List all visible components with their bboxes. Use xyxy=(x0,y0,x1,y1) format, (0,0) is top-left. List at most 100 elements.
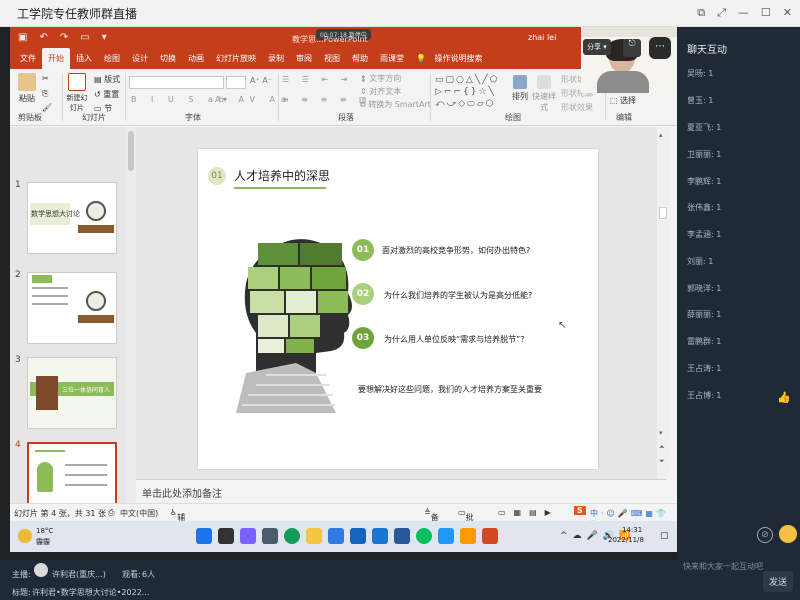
smartart-button[interactable]: ⧉ 转换为 SmartArt xyxy=(360,99,431,110)
ime-icon[interactable]: S xyxy=(574,506,586,515)
host-avatar[interactable] xyxy=(34,563,48,577)
app-icon[interactable] xyxy=(262,528,278,544)
tab-view[interactable]: 视图 xyxy=(318,53,346,69)
maximize-icon[interactable]: ☐ xyxy=(761,6,771,20)
tab-insert[interactable]: 插入 xyxy=(70,53,98,69)
tab-review[interactable]: 审阅 xyxy=(290,53,318,69)
format-painter-icon[interactable]: 🖌 xyxy=(42,103,52,112)
tab-animations[interactable]: 动画 xyxy=(182,53,210,69)
reset-button[interactable]: ↺ 重置 xyxy=(94,89,119,100)
notes-pane[interactable]: 单击此处添加备注 xyxy=(136,479,666,501)
chat-app-icon[interactable] xyxy=(240,528,256,544)
cut-icon[interactable]: ✂ xyxy=(42,74,49,83)
new-slide-button[interactable]: 新建幻灯片 xyxy=(65,73,89,113)
tab-slideshow[interactable]: 幻灯片放映 xyxy=(210,53,262,69)
tab-file[interactable]: 文件 xyxy=(14,53,42,69)
powerpoint-icon[interactable] xyxy=(482,528,498,544)
scroll-up-icon[interactable]: ▴ xyxy=(659,131,663,139)
minimize-icon[interactable]: — xyxy=(738,6,749,20)
share-icon[interactable]: ⎋ xyxy=(623,39,641,57)
tab-help[interactable]: 帮助 xyxy=(346,53,374,69)
scroll-down-icon[interactable]: ▾ xyxy=(659,429,663,437)
share-link-icon[interactable]: ⊘ xyxy=(757,527,773,543)
user-name[interactable]: zhai lei xyxy=(528,33,556,42)
slide-canvas: 01 人才培养中的深思 01 面对激烈的高校竞争形势，如何办出特色? 02 为什… xyxy=(136,127,666,479)
quick-styles-button[interactable]: 快速样式 xyxy=(532,75,556,113)
edge-icon[interactable] xyxy=(284,528,300,544)
shape-effects-button[interactable]: 形状效果 xyxy=(561,102,593,113)
font-size-grow-icon[interactable]: A⁺ A⁻ xyxy=(250,76,272,85)
document-name: 教学思...PowerPoint xyxy=(292,35,368,44)
wechat-icon[interactable] xyxy=(416,528,432,544)
language-status[interactable]: 中文(中国) xyxy=(120,508,158,519)
tab-record[interactable]: 录制 xyxy=(262,53,290,69)
copy-icon[interactable]: ⎘ xyxy=(42,89,48,99)
thumbnails-scrollbar[interactable] xyxy=(126,127,136,527)
clock-time[interactable]: 14:31 xyxy=(622,526,642,534)
scrollbar-thumb[interactable] xyxy=(659,207,667,219)
tab-design[interactable]: 设计 xyxy=(126,53,154,69)
scrollbar-thumb[interactable] xyxy=(128,131,134,171)
paragraph-align-buttons[interactable]: ≡ ≡ ≡ ≡ ▥ xyxy=(282,95,372,104)
close-icon[interactable]: ✕ xyxy=(783,6,792,20)
start-slideshow-icon[interactable]: ▭ xyxy=(80,32,89,43)
start-icon[interactable] xyxy=(196,528,212,544)
fullscreen-icon[interactable]: ⤢ xyxy=(717,6,726,20)
font-color-icon[interactable]: A ▾ xyxy=(215,95,227,104)
chat-message: 吴旸: 1 xyxy=(687,69,714,78)
live-app-icon[interactable] xyxy=(438,528,454,544)
font-format-buttons[interactable]: B I U S ab AV Aa xyxy=(131,95,292,104)
previous-slide-icon[interactable]: ⏶ xyxy=(659,443,665,452)
accessibility-status[interactable]: ♿ 辅助功能: 调查 xyxy=(170,508,188,552)
paste-button[interactable]: 粘贴 xyxy=(14,73,40,104)
next-slide-icon[interactable]: ⏷ xyxy=(659,457,665,466)
thumb-number: 2 xyxy=(15,270,21,280)
tab-rain-classroom[interactable]: 雨课堂 xyxy=(374,53,410,69)
slide-thumb-3[interactable]: 三位一体协同育人 xyxy=(27,357,117,429)
file-explorer-icon[interactable] xyxy=(306,528,322,544)
view-buttons[interactable]: ▭▦▤▶ xyxy=(498,508,559,517)
current-slide[interactable]: 01 人才培养中的深思 01 面对激烈的高校竞争形势，如何办出特色? 02 为什… xyxy=(198,149,598,469)
font-name-select[interactable] xyxy=(129,76,224,89)
notification-icon[interactable]: ▢ xyxy=(660,531,669,541)
undo-icon[interactable]: ↶ xyxy=(39,32,47,43)
layout-button[interactable]: ▤ 版式 xyxy=(94,74,120,85)
pin-icon[interactable]: ⧉ xyxy=(697,6,705,20)
paragraph-list-buttons[interactable]: ☰ ☰ ⇤ ⇥ ↕ xyxy=(282,75,372,84)
align-text-button[interactable]: ⇕ 对齐文本 xyxy=(360,86,401,97)
send-button[interactable]: 发送 xyxy=(763,571,794,592)
tab-home[interactable]: 开始 xyxy=(42,48,70,69)
mail-icon[interactable] xyxy=(350,528,366,544)
slide-thumb-2[interactable] xyxy=(27,272,117,344)
tab-transitions[interactable]: 切换 xyxy=(154,53,182,69)
select-button[interactable]: ⬚ 选择 xyxy=(610,95,636,106)
arrange-button[interactable]: 排列 xyxy=(510,75,530,102)
tab-draw[interactable]: 绘图 xyxy=(98,53,126,69)
clock-date[interactable]: 2022/11/8 xyxy=(608,536,644,544)
new-slide-icon xyxy=(68,73,86,91)
spellcheck-icon[interactable]: ⎙ xyxy=(108,508,114,518)
host-name[interactable]: 许利君(重庆...) xyxy=(52,569,106,580)
gift-icon[interactable] xyxy=(779,525,797,543)
app-icon[interactable] xyxy=(372,528,388,544)
slide-scrollbar[interactable]: ▴ ▾ ⏶ ⏷ xyxy=(657,127,669,479)
thumb-number: 1 xyxy=(15,180,21,190)
customize-toolbar-icon[interactable]: ▾ xyxy=(102,32,107,43)
slide-thumb-1[interactable]: 数学思想大讨论 xyxy=(27,182,117,254)
app-icon[interactable] xyxy=(460,528,476,544)
notes-toggle[interactable]: ≜ 备注 xyxy=(424,508,439,533)
font-size-select[interactable] xyxy=(226,76,246,89)
store-icon[interactable] xyxy=(328,528,344,544)
text-direction-button[interactable]: ↕ 文字方向 xyxy=(360,73,401,84)
thumbs-up-icon[interactable]: 👍 xyxy=(777,391,791,404)
save-icon[interactable]: ▣ xyxy=(18,32,27,43)
shapes-gallery[interactable]: ▭▢○△╲╱⬠ ▷⌐⌐{}☆╲ ⤺⤻◇⬭▱⬡ xyxy=(435,74,505,110)
redo-icon[interactable]: ↷ xyxy=(60,32,68,43)
taskview-icon[interactable] xyxy=(218,528,234,544)
word-icon[interactable] xyxy=(394,528,410,544)
webcam-share-button[interactable]: 分享 ▾ xyxy=(583,39,611,55)
more-icon[interactable]: ⋯ xyxy=(649,37,671,59)
chat-input[interactable]: 快来和大家一起互动吧 xyxy=(683,561,763,572)
comments-toggle[interactable]: ▭ 批注 xyxy=(458,508,474,533)
tell-me-search[interactable]: 💡 操作说明搜索 xyxy=(410,53,495,69)
